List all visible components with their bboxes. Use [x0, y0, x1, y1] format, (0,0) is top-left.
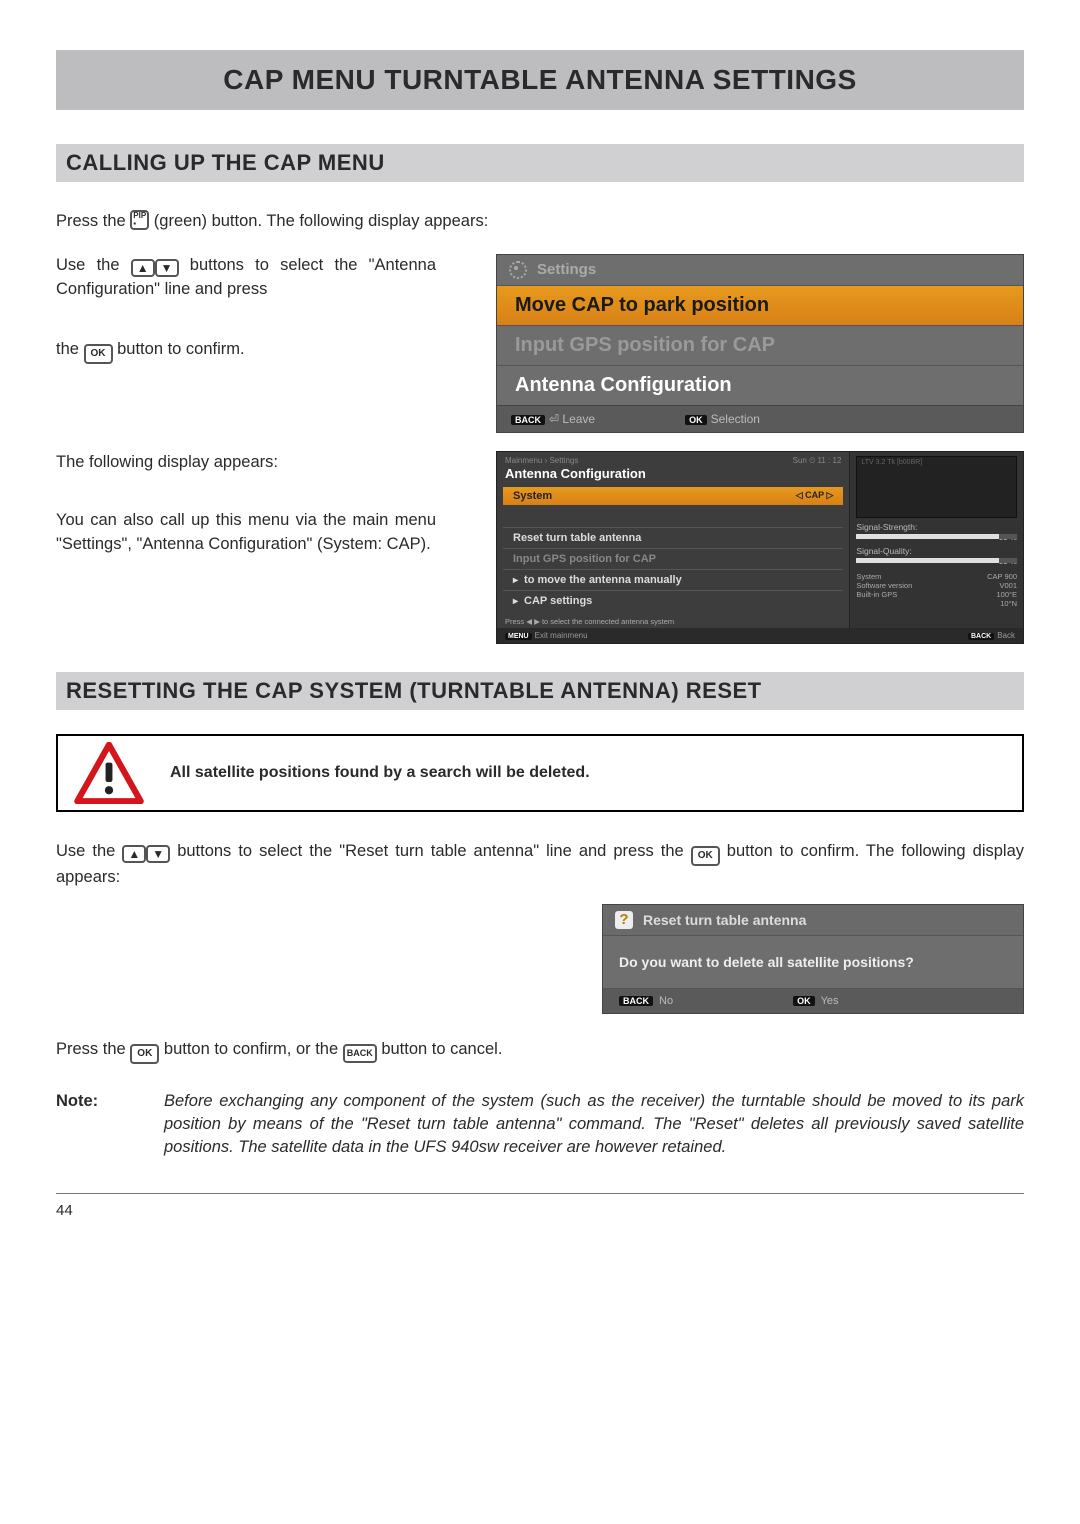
text: button to confirm. — [117, 340, 244, 358]
settings-item-input-gps[interactable]: Input GPS position for CAP — [497, 325, 1023, 365]
signal-quality-label: Signal-Quality: — [856, 546, 1017, 556]
text: button to confirm, or the — [164, 1040, 343, 1058]
signal-strength-label: Signal-Strength: — [856, 522, 1017, 532]
question-icon: ? — [615, 911, 633, 929]
paragraph-confirm-cancel: Press the OK button to confirm, or the B… — [56, 1038, 1024, 1064]
antenna-config-screenshot: Mainmenu › Settings Sun ⏲ 11 : 12 Antenn… — [496, 451, 1024, 644]
back-chip: BACK — [968, 633, 994, 640]
text: Press the — [56, 1040, 130, 1058]
label: Input GPS position for CAP — [513, 553, 656, 565]
label: to move the antenna manually — [524, 574, 682, 586]
settings-header: Settings — [497, 255, 1023, 285]
dialog-header: ? Reset turn table antenna — [603, 905, 1023, 936]
info-l0: System — [856, 572, 912, 581]
ok-button-icon: OK — [691, 846, 720, 866]
text: button to cancel. — [381, 1040, 502, 1058]
note-row: Note: Before exchanging any component of… — [56, 1090, 1024, 1159]
settings-footer: BACK⏎ Leave OKSelection — [497, 405, 1023, 432]
info-r3: 10°N — [987, 599, 1017, 608]
info-l2: Built-in GPS — [856, 590, 912, 599]
config-item-reset[interactable]: Reset turn table antenna — [503, 527, 843, 548]
dialog-ok-yes[interactable]: OK Yes — [793, 995, 838, 1007]
text: Use the — [56, 256, 131, 274]
config-item-cap-settings[interactable]: CAP settings — [503, 590, 843, 611]
ok-icon: OK — [685, 415, 707, 425]
down-arrow-button-icon: ▼ — [146, 845, 170, 863]
config-hint: Press ◀ ▶ to select the connected antenn… — [497, 611, 849, 628]
breadcrumb: Mainmenu › Settings Sun ⏲ 11 : 12 — [497, 452, 849, 466]
ok-button-icon: OK — [130, 1044, 159, 1064]
up-arrow-button-icon: ▲ — [122, 845, 146, 863]
chevron-right-icon — [513, 595, 518, 607]
section-heading-calling-up: CALLING UP THE CAP MENU — [56, 144, 1024, 182]
text: Press the — [56, 212, 130, 230]
config-right-pane: LTV 3.2 Tk [b00BR] Signal-Strength: 89 %… — [850, 452, 1023, 628]
signal-quality-bar — [856, 558, 1017, 563]
page-number: 44 — [56, 1202, 1024, 1219]
warning-triangle-icon — [74, 742, 144, 804]
settings-title: Settings — [537, 261, 596, 278]
footer-divider — [56, 1193, 1024, 1194]
yes-label: Yes — [821, 995, 839, 1007]
config-title: Antenna Configuration — [497, 466, 849, 487]
dialog-back-no[interactable]: BACK No — [619, 995, 673, 1007]
paragraph-press-green: Press the PIP▪ (green) button. The follo… — [56, 210, 1024, 234]
down-arrow-button-icon: ▼ — [155, 259, 179, 277]
settings-item-antenna-config[interactable]: Antenna Configuration — [497, 365, 1023, 405]
system-value: ◁ CAP ▷ — [796, 490, 834, 502]
info-r1: V001 — [987, 581, 1017, 590]
breadcrumb-text: Mainmenu › Settings — [505, 456, 578, 466]
system-info: System Software version Built-in GPS CAP… — [856, 572, 1017, 608]
chevron-right-icon — [513, 574, 518, 586]
menu-chip: MENU — [505, 633, 532, 640]
info-r0: CAP 900 — [987, 572, 1017, 581]
ok-button-icon: OK — [84, 344, 113, 364]
dialog-message: Do you want to delete all satellite posi… — [603, 936, 1023, 989]
system-selector[interactable]: System ◁ CAP ▷ — [503, 487, 843, 505]
config-footer: MENUMENU Exit mainmenuExit mainmenu BACK… — [497, 628, 1023, 643]
signal-strength-bar — [856, 534, 1017, 539]
warning-text: All satellite positions found by a searc… — [170, 764, 590, 782]
note-text: Before exchanging any component of the s… — [164, 1090, 1024, 1159]
up-arrow-button-icon: ▲ — [131, 259, 155, 277]
no-label: No — [659, 995, 673, 1007]
label: Reset turn table antenna — [513, 532, 641, 544]
paragraph-reset-select: Use the ▲▼ buttons to select the "Reset … — [56, 840, 1024, 890]
warning-box: All satellite positions found by a searc… — [56, 734, 1024, 812]
back-icon: BACK — [619, 996, 653, 1006]
dialog-title: Reset turn table antenna — [643, 912, 806, 928]
config-item-input-gps[interactable]: Input GPS position for CAP — [503, 548, 843, 569]
note-label: Note: — [56, 1090, 152, 1159]
preview-box: LTV 3.2 Tk [b00BR] — [856, 456, 1017, 518]
info-l1: Software version — [856, 581, 912, 590]
label: CAP settings — [524, 595, 592, 607]
time-info: Sun ⏲ 11 : 12 — [793, 456, 842, 466]
paragraph-alt-menu-path: You can also call up this menu via the m… — [56, 509, 436, 557]
ok-icon: OK — [793, 996, 815, 1006]
text: buttons to select the "Reset turn table … — [177, 842, 691, 860]
footer-selection-label: Selection — [711, 412, 760, 426]
settings-item-move-cap[interactable]: Move CAP to park position — [497, 285, 1023, 325]
config-item-move-manual[interactable]: to move the antenna manually — [503, 569, 843, 590]
pip-button-icon: PIP▪ — [130, 210, 149, 230]
gear-icon — [509, 261, 527, 279]
system-label: System — [513, 490, 552, 502]
reset-dialog-screenshot: ? Reset turn table antenna Do you want t… — [602, 904, 1024, 1014]
page-title-bar: CAP MENU TURNTABLE ANTENNA SETTINGS — [56, 50, 1024, 110]
text: Use the — [56, 842, 122, 860]
settings-menu-screenshot: Settings Move CAP to park position Input… — [496, 254, 1024, 433]
text: (green) button. The following display ap… — [154, 212, 488, 230]
back-icon: BACK — [511, 415, 545, 425]
dialog-actions: BACK No OK Yes — [603, 989, 1023, 1013]
footer-leave-label: Leave — [562, 412, 595, 426]
info-r2: 100°E — [987, 590, 1017, 599]
back-button-icon: BACK — [343, 1044, 377, 1063]
section-heading-resetting: RESETTING THE CAP SYSTEM (TURNTABLE ANTE… — [56, 672, 1024, 710]
paragraph-following-display: The following display appears: — [56, 451, 436, 475]
paragraph-use-arrows: Use the ▲▼ buttons to select the "Antenn… — [56, 254, 436, 324]
paragraph-press-ok: the OK button to confirm. — [56, 338, 436, 364]
text: the — [56, 340, 84, 358]
